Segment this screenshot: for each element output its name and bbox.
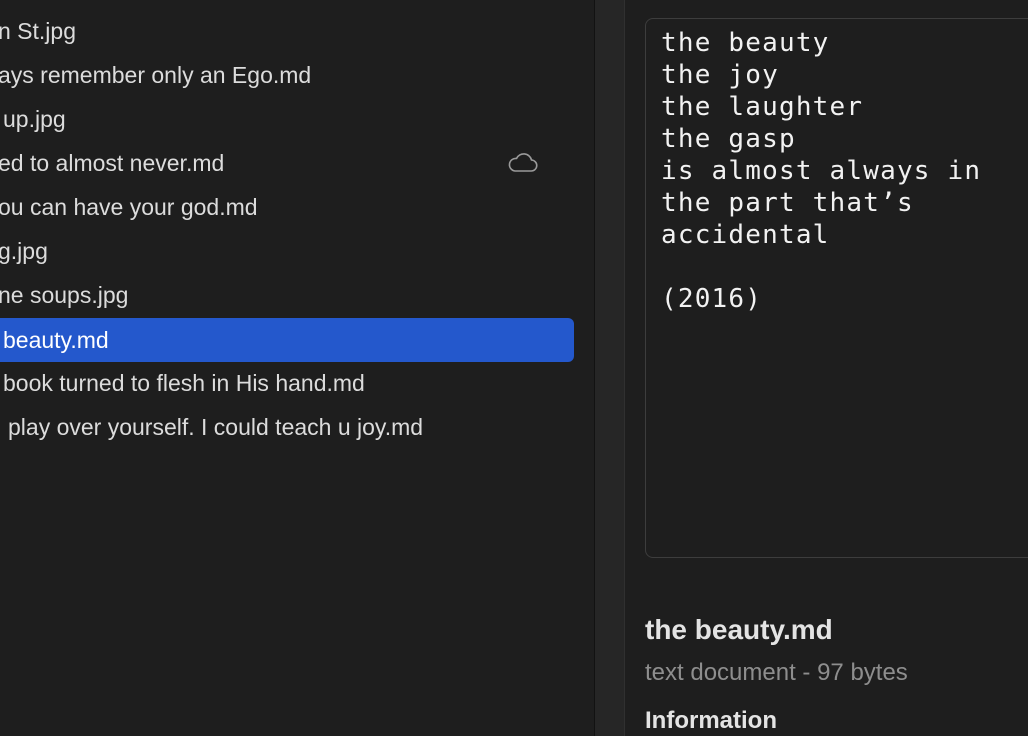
file-row[interactable]: ou can have your god.md bbox=[0, 185, 574, 229]
file-row[interactable]: ne soups.jpg bbox=[0, 273, 574, 317]
file-row[interactable]: play over yourself. I could teach u joy.… bbox=[0, 405, 574, 449]
file-name: play over yourself. I could teach u joy.… bbox=[8, 414, 424, 440]
column-resize-gutter[interactable] bbox=[595, 0, 624, 736]
file-name: up.jpg bbox=[3, 106, 66, 132]
file-name: ne soups.jpg bbox=[0, 282, 129, 308]
file-name: book turned to flesh in His hand.md bbox=[3, 370, 365, 396]
file-name: beauty.md bbox=[3, 327, 109, 353]
finder-window: n St.jpg ays remember only an Ego.md up.… bbox=[0, 0, 1028, 736]
file-row[interactable]: g.jpg bbox=[0, 229, 574, 273]
file-name: ed to almost never.md bbox=[0, 150, 225, 176]
file-name: g.jpg bbox=[0, 238, 48, 264]
file-name: ays remember only an Ego.md bbox=[0, 62, 312, 88]
cloud-icon[interactable] bbox=[506, 150, 540, 176]
file-name: ou can have your god.md bbox=[0, 194, 258, 220]
preview-box[interactable]: the beauty the joy the laughter the gasp… bbox=[645, 18, 1028, 558]
file-meta: text document - 97 bytes bbox=[645, 659, 908, 686]
file-row-selected[interactable]: beauty.md bbox=[0, 318, 574, 362]
file-row[interactable]: n St.jpg bbox=[0, 9, 574, 53]
file-title: the beauty.md bbox=[645, 614, 833, 645]
file-row[interactable]: ed to almost never.md bbox=[0, 141, 574, 185]
file-name: n St.jpg bbox=[0, 18, 76, 44]
file-list: n St.jpg ays remember only an Ego.md up.… bbox=[0, 0, 594, 736]
preview-text: the beauty the joy the laughter the gasp… bbox=[661, 28, 982, 314]
preview-pane: the beauty the joy the laughter the gasp… bbox=[625, 0, 1028, 736]
information-heading[interactable]: Information bbox=[645, 707, 777, 735]
file-row[interactable]: book turned to flesh in His hand.md bbox=[0, 361, 574, 405]
file-row[interactable]: ays remember only an Ego.md bbox=[0, 53, 574, 97]
file-row[interactable]: up.jpg bbox=[0, 97, 574, 141]
